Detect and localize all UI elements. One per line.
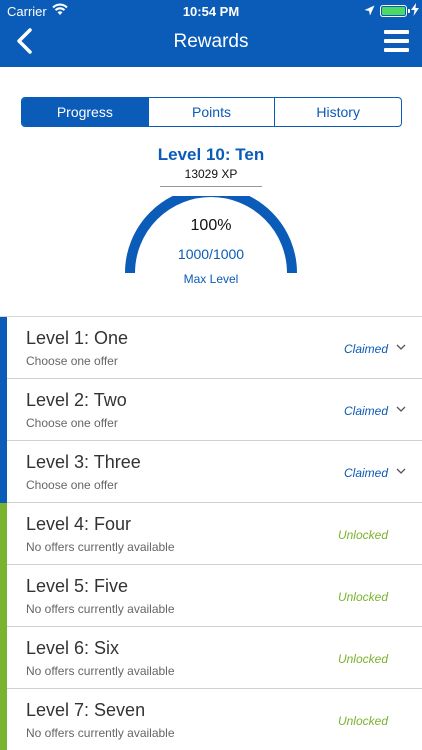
xp-total: 13029 XP	[184, 167, 238, 181]
level-row-title: Level 1: One	[26, 328, 129, 348]
battery-icon	[380, 5, 407, 17]
status-color-bar	[0, 441, 7, 503]
chevron-down-icon[interactable]	[396, 406, 406, 413]
tab-bar: Progress Points History	[21, 97, 402, 127]
status-badge: Unlocked	[337, 528, 388, 542]
level-row-title: Level 5: Five	[26, 576, 129, 596]
level-row-title: Level 3: Three	[26, 452, 141, 472]
chevron-down-icon[interactable]	[396, 468, 406, 475]
hamburger-menu-icon[interactable]	[384, 30, 409, 52]
status-badge: Claimed	[343, 342, 388, 356]
status-time: 10:54 PM	[182, 4, 240, 19]
app-header: Carrier 10:54 PM Rewards	[0, 0, 422, 67]
status-badge: Claimed	[343, 404, 388, 418]
chevron-down-icon[interactable]	[396, 344, 406, 351]
tab-points[interactable]: Points	[147, 98, 275, 126]
status-color-bar	[0, 689, 7, 750]
status-color-bar	[0, 317, 7, 379]
page-title: Rewards	[173, 31, 249, 52]
status-color-bar	[0, 379, 7, 441]
status-bar: Carrier 10:54 PM	[0, 0, 422, 22]
level-row-4[interactable]: Level 4: Four No offers currently availa…	[0, 503, 422, 565]
level-row-title: Level 4: Four	[26, 514, 132, 534]
level-row-subtitle: No offers currently available	[26, 664, 175, 678]
status-badge: Unlocked	[337, 590, 388, 604]
level-row-subtitle: Choose one offer	[26, 354, 118, 368]
level-row-subtitle: Choose one offer	[26, 478, 118, 492]
xp-underline	[160, 186, 262, 187]
level-row-subtitle: No offers currently available	[26, 540, 175, 554]
level-row-subtitle: Choose one offer	[26, 416, 118, 430]
battery-cap	[408, 9, 410, 13]
progress-value: 1000/1000	[177, 246, 245, 262]
progress-gauge	[125, 196, 297, 274]
level-row-7[interactable]: Level 7: Seven No offers currently avail…	[0, 689, 422, 750]
tab-progress[interactable]: Progress	[22, 98, 148, 126]
level-row-6[interactable]: Level 6: Six No offers currently availab…	[0, 627, 422, 689]
status-color-bar	[0, 503, 7, 565]
status-color-bar	[0, 565, 7, 627]
tab-history[interactable]: History	[274, 98, 401, 126]
level-row-title: Level 2: Two	[26, 390, 127, 410]
location-arrow-icon	[364, 4, 375, 19]
level-row-title: Level 7: Seven	[26, 700, 146, 720]
status-badge: Unlocked	[337, 714, 388, 728]
level-row-1[interactable]: Level 1: One Choose one offer Claimed	[0, 317, 422, 379]
level-row-title: Level 6: Six	[26, 638, 120, 658]
progress-caption: Max Level	[183, 272, 239, 286]
level-row-2[interactable]: Level 2: Two Choose one offer Claimed	[0, 379, 422, 441]
progress-percent: 100%	[190, 217, 232, 234]
current-level-title: Level 10: Ten	[157, 145, 265, 164]
status-color-bar	[0, 627, 7, 689]
level-row-3[interactable]: Level 3: Three Choose one offer Claimed	[0, 441, 422, 503]
charging-bolt-icon	[411, 3, 419, 19]
level-row-subtitle: No offers currently available	[26, 726, 175, 740]
status-badge: Claimed	[343, 466, 388, 480]
level-row-subtitle: No offers currently available	[26, 602, 175, 616]
status-badge: Unlocked	[337, 652, 388, 666]
level-row-5[interactable]: Level 5: Five No offers currently availa…	[0, 565, 422, 627]
